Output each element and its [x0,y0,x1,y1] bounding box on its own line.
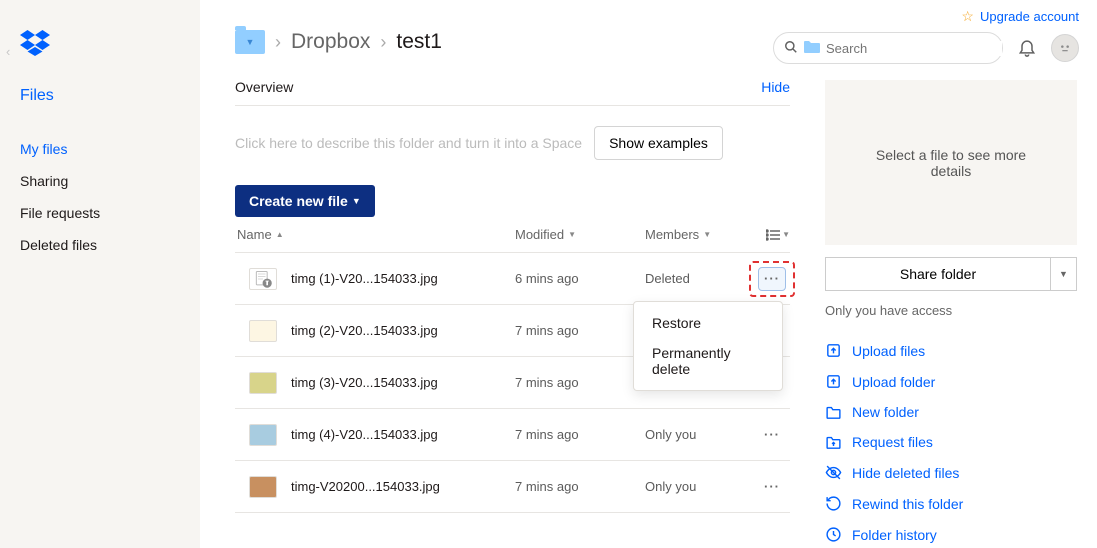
action-request-files[interactable]: Request files [825,434,1077,450]
breadcrumb-root[interactable]: Dropbox [291,30,370,54]
column-name[interactable]: Name ▲ [235,227,515,242]
menu-restore[interactable]: Restore [634,308,782,338]
file-thumbnail-icon [249,476,277,498]
folder-scope-icon [804,40,820,56]
table-header: Name ▲ Modified ▼ Members ▼ ▼ [235,217,790,253]
file-thumbnail-icon [249,268,277,290]
avatar[interactable] [1051,34,1079,62]
row-actions-button[interactable]: ··· [758,475,786,499]
file-name: timg (4)-V20...154033.jpg [291,427,515,442]
sort-asc-icon: ▲ [276,230,284,239]
row-actions-button[interactable]: ··· [758,423,786,447]
breadcrumb-current: test1 [396,30,442,54]
breadcrumb: ▼ › Dropbox › test1 [235,30,790,54]
file-name: timg (1)-V20...154033.jpg [291,271,515,286]
sidebar: ‹ Files My files Sharing File requests D… [0,0,200,548]
share-dropdown-button[interactable]: ▼ [1051,257,1077,291]
column-members[interactable]: Members ▼ [645,227,755,242]
main-content: ▼ › Dropbox › test1 Overview Hide Click … [235,30,790,513]
file-modified: 7 mins ago [515,427,645,442]
column-modified[interactable]: Modified ▼ [515,227,645,242]
search-input[interactable] [826,41,1002,56]
overview-label: Overview [235,79,293,95]
describe-placeholder[interactable]: Click here to describe this folder and t… [235,135,582,151]
hide-overview-button[interactable]: Hide [761,79,790,95]
share-folder-button[interactable]: Share folder [825,257,1051,291]
file-modified: 7 mins ago [515,479,645,494]
row-actions-button[interactable]: ··· [758,267,786,291]
context-menu: Restore Permanently delete [633,301,783,391]
file-members: Only you [645,479,755,494]
sidebar-item-sharing[interactable]: Sharing [0,165,200,197]
sidebar-files[interactable]: Files [0,79,200,113]
dropbox-logo-icon[interactable] [20,30,200,59]
chevron-down-icon: ▼ [352,196,361,206]
chevron-down-icon: ▼ [568,230,576,239]
notifications-icon[interactable] [1017,37,1037,60]
action-rewind-folder[interactable]: Rewind this folder [825,495,1077,512]
file-thumbnail-icon [249,424,277,446]
back-chevron-icon[interactable]: ‹ [6,44,10,59]
sidebar-item-deletedfiles[interactable]: Deleted files [0,229,200,261]
topbar-right [773,32,1079,64]
upgrade-link[interactable]: Upgrade account [980,9,1079,24]
folder-icon[interactable]: ▼ [235,30,265,54]
chevron-right-icon: › [275,32,281,53]
action-upload-files[interactable]: Upload files [825,342,1077,359]
sidebar-item-filerequests[interactable]: File requests [0,197,200,229]
access-text: Only you have access [825,303,1077,318]
menu-permanently-delete[interactable]: Permanently delete [634,338,782,384]
action-hide-deleted[interactable]: Hide deleted files [825,464,1077,481]
table-row[interactable]: timg (4)-V20...154033.jpg7 mins agoOnly … [235,409,790,461]
file-thumbnail-icon [249,320,277,342]
file-modified: 6 mins ago [515,271,645,286]
file-modified: 7 mins ago [515,323,645,338]
action-new-folder[interactable]: New folder [825,404,1077,420]
file-name: timg (3)-V20...154033.jpg [291,375,515,390]
file-thumbnail-icon [249,372,277,394]
details-panel: Select a file to see more details Share … [825,80,1077,543]
create-new-file-button[interactable]: Create new file▼ [235,185,375,217]
action-upload-folder[interactable]: Upload folder [825,373,1077,390]
file-name: timg (2)-V20...154033.jpg [291,323,515,338]
chevron-down-icon: ▼ [703,230,711,239]
show-examples-button[interactable]: Show examples [594,126,723,160]
action-folder-history[interactable]: Folder history [825,526,1077,543]
file-modified: 7 mins ago [515,375,645,390]
star-icon: ☆ [961,8,974,25]
file-name: timg-V20200...154033.jpg [291,479,515,494]
view-options[interactable]: ▼ [755,229,790,241]
search-box[interactable] [773,32,1003,64]
topbar-upgrade: ☆ Upgrade account [961,8,1079,25]
file-members: Deleted [645,271,755,286]
preview-placeholder: Select a file to see more details [825,80,1077,245]
file-members: Only you [645,427,755,442]
sidebar-item-myfiles[interactable]: My files [0,133,200,165]
chevron-right-icon: › [380,32,386,53]
table-row[interactable]: timg-V20200...154033.jpg7 mins agoOnly y… [235,461,790,513]
chevron-down-icon: ▼ [782,230,790,239]
table-row[interactable]: timg (1)-V20...154033.jpg6 mins agoDelet… [235,253,790,305]
action-list: Upload files Upload folder New folder Re… [825,342,1077,543]
